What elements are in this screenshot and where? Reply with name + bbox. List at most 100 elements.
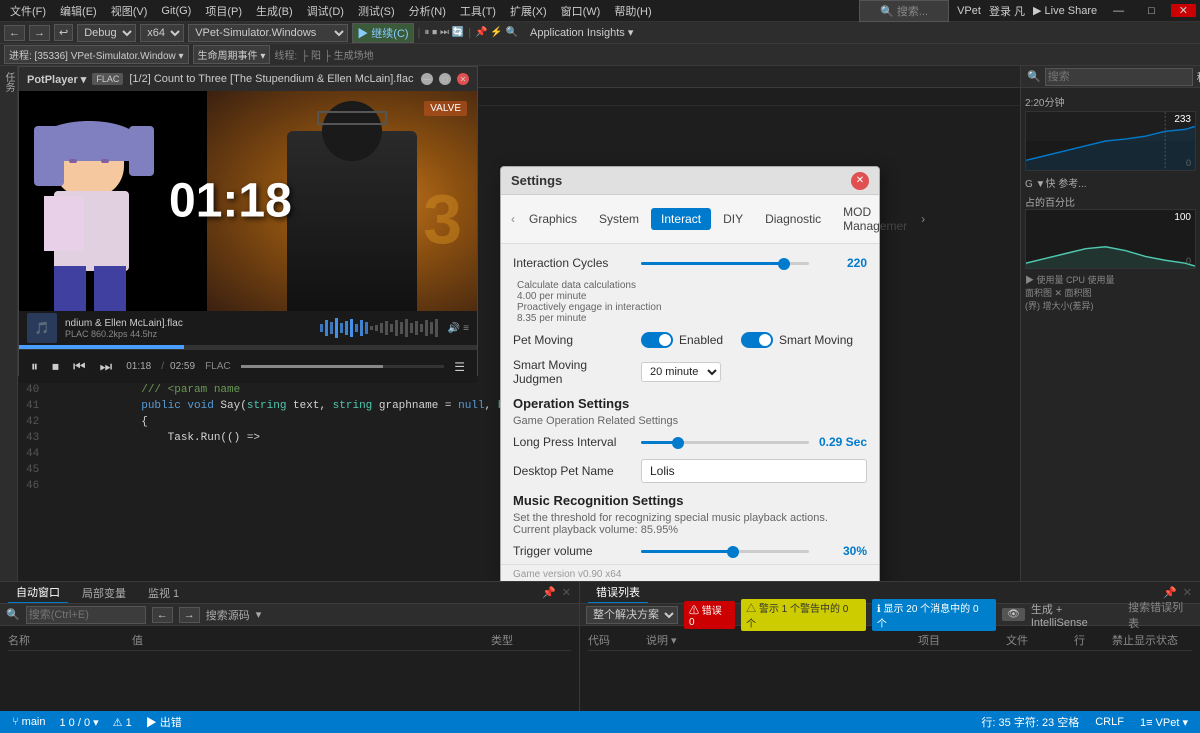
menu-view[interactable]: 视图(V) [105,1,154,21]
eye-badge[interactable]: 👁 [1002,608,1025,621]
menu-help[interactable]: 帮助(H) [608,1,657,21]
smart-judgment-select[interactable]: 20 minute [641,362,721,382]
search-source-btn[interactable]: 搜索源码 [206,607,250,623]
player-maximize-btn[interactable]: □ [439,73,451,85]
debug-config-select[interactable]: Debug [77,24,136,42]
error-panel-close-btn[interactable]: ✕ [1183,586,1192,599]
menu-file[interactable]: 文件(F) [4,1,52,21]
vpet-status[interactable]: 1≡ VPet ▾ [1136,716,1192,729]
warning-status[interactable]: ⚠ 1 [109,716,136,729]
back-button[interactable]: ← [4,25,25,41]
panel-close-btn2[interactable]: ✕ [562,586,571,599]
player-progress-bar[interactable] [19,345,477,349]
tab-error-list[interactable]: 错误列表 [588,582,648,603]
status-bar: ⑂ main 1 0 / 0 ▾ ⚠ 1 ▶ 出错 行: 35 字符: 23 空… [0,711,1200,733]
menu-edit[interactable]: 编辑(E) [54,1,103,21]
forward-button[interactable]: → [29,25,50,41]
solution-select[interactable]: 整个解决方案 [586,606,678,624]
menu-git[interactable]: Git(G) [155,3,197,19]
smart-moving-toggle[interactable] [741,332,773,348]
error-panel-pin-btn[interactable]: 📌 [1163,586,1177,599]
tab-interact[interactable]: Interact [651,208,711,230]
settings-tab-arrow-right[interactable]: › [919,210,927,228]
error-label[interactable]: ▶ 出错 [142,714,186,730]
process-selector[interactable]: 进程: [35336] VPet-Simulator.Window ▾ [4,45,189,64]
cpu-chart: 100 0 [1025,209,1196,269]
menu-window[interactable]: 窗口(W) [555,1,607,21]
interaction-cycles-slider[interactable] [641,262,809,265]
long-press-slider[interactable] [641,441,809,444]
tab-diy[interactable]: DIY [713,208,753,230]
tab-system[interactable]: System [589,208,649,230]
git-branch-btn[interactable]: ⑂ main [8,716,50,728]
toolbar-icons: ⏸ ⏹ ⏭ 🔄 [424,27,464,38]
platform-select[interactable]: x64 [140,24,184,42]
player-titlebar[interactable]: PotPlayer ▾ FLAC [1/2] Count to Three [T… [19,67,477,91]
menu-extensions[interactable]: 扩展(X) [504,1,553,21]
player-settings-btn[interactable]: ☰ [450,358,469,376]
settings-tab-arrow-left[interactable]: ‹ [509,210,517,228]
menu-project[interactable]: 项目(P) [199,1,248,21]
desktop-pet-input[interactable] [641,459,867,483]
continue-button[interactable]: ▶ 继续(C) [352,23,413,43]
error-status[interactable]: 1 0 / 0 ▾ [56,716,103,729]
menu-build[interactable]: 生成(B) [250,1,299,21]
sidebar-task[interactable]: 任务 [0,66,18,98]
tab-locals[interactable]: 局部变量 [74,583,134,603]
tab-mod[interactable]: MOD Managemer [833,201,917,237]
maximize-btn[interactable]: □ [1140,5,1163,17]
toolbar-misc[interactable]: ↩ [54,24,73,41]
slider-thumb-cycles[interactable] [778,258,790,270]
player-minimize-btn[interactable]: — [421,73,433,85]
menu-analyze[interactable]: 分析(N) [403,1,452,21]
target-select[interactable]: VPet-Simulator.Windows [188,24,348,42]
error-badge[interactable]: ⚠ 错误 0 [684,601,735,629]
right-panel-search[interactable] [1045,68,1193,86]
next-btn[interactable]: ⏭ [96,356,117,377]
nav-forward-btn[interactable]: → [179,607,200,623]
slider-thumb-longpress[interactable] [672,437,684,449]
search-box[interactable]: 🔍 搜索... [859,0,949,22]
top-menu-bar: 文件(F) 编辑(E) 视图(V) Git(G) 项目(P) 生成(B) 调试(… [0,0,1200,22]
tab-diagnostic[interactable]: Diagnostic [755,208,831,230]
trigger-volume-value: 30% [817,544,867,558]
nav-back-btn[interactable]: ← [152,607,173,623]
auto-search-input[interactable] [26,606,146,624]
player-icons[interactable]: 🔊 ≡ [448,323,469,334]
life-events-btn[interactable]: 生命周期事件 ▾ [193,45,271,64]
menu-debug[interactable]: 调试(D) [301,1,350,21]
line-endings[interactable]: CRLF [1091,716,1128,728]
slider-thumb-trigger[interactable] [727,546,739,558]
settings-close-btn[interactable]: ✕ [851,172,869,190]
desktop-pet-label: Desktop Pet Name [513,464,633,478]
cursor-position[interactable]: 行: 35 字符: 23 空格 [977,714,1083,730]
search-dropdown[interactable]: ▾ [256,608,262,621]
right-panel: 🔍 种 2:20分钟 233 0 G ▼快 参考... 占的百分比 [1020,66,1200,581]
user-login[interactable]: 登录 凡 [989,3,1025,19]
app-insights-btn[interactable]: Application Insights ▾ [530,26,633,39]
player-track-meta: PLAC 860.2kps 44.5hz [65,329,312,339]
performance-chart: 233 0 [1025,111,1196,171]
mem-note: 面积图 ✕ 面积图 [1025,286,1196,299]
play-pause-btn[interactable]: ⏸ [27,356,42,377]
menu-tools[interactable]: 工具(T) [454,1,502,21]
error-panel-toolbar: 整个解决方案 ⚠ 错误 0 △ 警示 1 个警告中的 0 个 ℹ 显示 20 个… [580,604,1200,626]
trigger-volume-slider[interactable] [641,550,809,553]
tab-graphics[interactable]: Graphics [519,208,587,230]
settings-title: Settings [511,173,851,188]
live-share-btn[interactable]: ▶ Live Share [1033,4,1097,17]
player-close-btn[interactable]: ✕ [457,73,469,85]
tab-watch1[interactable]: 监视 1 [140,583,187,603]
stop-btn[interactable]: ⏹ [48,356,63,377]
minimize-btn[interactable]: — [1105,5,1132,17]
location-selector[interactable]: ├ 阳 ├ 生成场地 [301,47,374,62]
close-btn[interactable]: ✕ [1171,4,1196,17]
tab-auto-window[interactable]: 自动窗口 [8,582,68,603]
enabled-toggle[interactable] [641,332,673,348]
menu-test[interactable]: 测试(S) [352,1,401,21]
prev-btn[interactable]: ⏮ [69,356,90,377]
panel-pin-btn[interactable]: 📌 [542,586,556,599]
player-volume-slider[interactable] [241,365,445,368]
anime-character [39,121,149,311]
generate-intellisense[interactable]: 生成 + IntelliSense [1031,601,1122,629]
